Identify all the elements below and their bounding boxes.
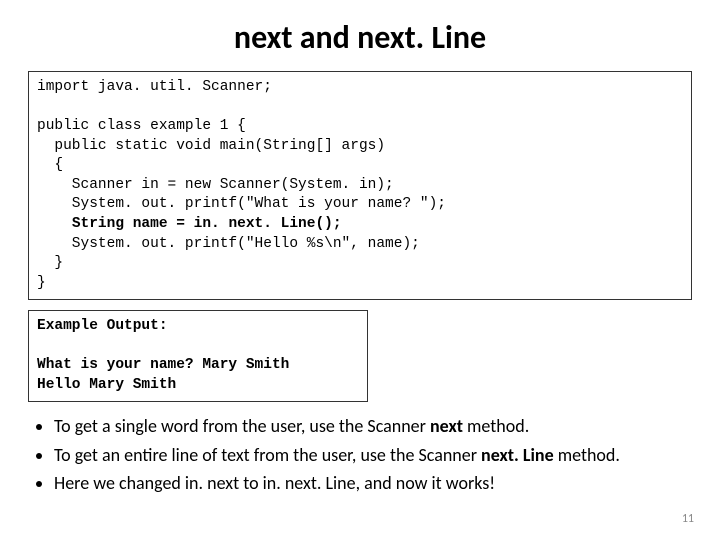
list-item: Here we changed in. next to in. next. Li…	[54, 471, 692, 495]
bullet-text: Here we changed in. next to in. next. Li…	[54, 472, 495, 494]
bullet-text: method.	[463, 415, 529, 437]
output-heading: Example Output:	[37, 318, 168, 334]
code-line: public class example 1 {	[37, 118, 246, 134]
title-sep: and	[292, 18, 357, 57]
bullet-list: To get a single word from the user, use …	[28, 414, 692, 495]
list-item: To get an entire line of text from the u…	[54, 443, 692, 467]
code-line: public static void main(String[] args)	[37, 138, 385, 154]
code-line: }	[37, 275, 46, 291]
bullet-text: To get an entire line of text from the u…	[54, 444, 481, 466]
bullet-keyword: next. Line	[481, 444, 554, 466]
code-block: import java. util. Scanner; public class…	[28, 71, 692, 300]
output-block: Example Output: What is your name? Mary …	[28, 310, 368, 402]
code-line-indent	[37, 216, 72, 232]
list-item: To get a single word from the user, use …	[54, 414, 692, 438]
bullet-text: method.	[554, 444, 620, 466]
output-line: What is your name? Mary Smith	[37, 357, 289, 373]
code-line: System. out. printf("What is your name? …	[37, 196, 446, 212]
code-line: Scanner in = new Scanner(System. in);	[37, 177, 394, 193]
code-line: import java. util. Scanner;	[37, 79, 272, 95]
output-line: Hello Mary Smith	[37, 377, 176, 393]
code-line: }	[37, 255, 63, 271]
page-number: 11	[682, 512, 694, 526]
slide-title: next and next. Line	[28, 18, 692, 57]
title-part2: next. Line	[357, 18, 486, 57]
code-line: {	[37, 157, 63, 173]
title-part1: next	[234, 18, 293, 57]
code-line: System. out. printf("Hello %s\n", name);	[37, 236, 420, 252]
bullet-text: To get a single word from the user, use …	[54, 415, 430, 437]
code-line-highlight: String name = in. next. Line();	[72, 216, 342, 232]
bullet-keyword: next	[430, 415, 463, 437]
